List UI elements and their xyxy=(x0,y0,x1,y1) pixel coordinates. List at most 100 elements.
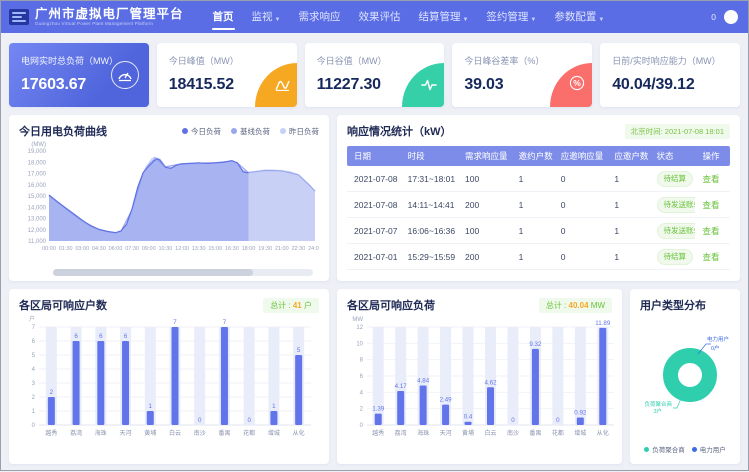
svg-text:09:00: 09:00 xyxy=(142,246,156,252)
svg-text:海珠: 海珠 xyxy=(95,429,107,437)
donut-legend-item-0[interactable]: 负荷聚合商 xyxy=(644,444,685,454)
svg-text:5: 5 xyxy=(297,347,301,354)
svg-text:19,000: 19,000 xyxy=(28,149,47,155)
nav-item-3[interactable]: 效果评估 xyxy=(349,1,409,33)
svg-text:4.62: 4.62 xyxy=(484,379,497,386)
donut-legend-item-1[interactable]: 电力用户 xyxy=(692,444,726,454)
svg-text:0户: 0户 xyxy=(711,344,720,352)
chart-zoom-scrollbar[interactable] xyxy=(53,269,313,276)
peak-chart-icon xyxy=(255,63,297,107)
chevron-down-icon: ▼ xyxy=(598,17,604,23)
svg-text:13:30: 13:30 xyxy=(192,246,206,252)
user-type-title: 用户类型分布 xyxy=(640,297,730,313)
legend-label: 电力用户 xyxy=(700,444,726,454)
legend-item-1[interactable]: 基线负荷 xyxy=(231,126,270,137)
column-header-4: 应邀响应量 xyxy=(554,150,608,162)
svg-text:13,000: 13,000 xyxy=(28,217,47,223)
svg-text:海珠: 海珠 xyxy=(417,429,429,437)
table-cell: 2021-07-01 xyxy=(347,252,401,262)
nav-item-0[interactable]: 首页 xyxy=(204,1,243,33)
svg-text:6: 6 xyxy=(99,333,103,340)
table-cell-action: 查看 xyxy=(695,173,729,185)
svg-text:白云: 白云 xyxy=(484,429,496,437)
view-link[interactable]: 查看 xyxy=(702,200,719,210)
district-users-total-badge: 总计 : 41 户 xyxy=(263,298,319,313)
legend-label: 基线负荷 xyxy=(240,126,270,137)
legend-item-0[interactable]: 今日负荷 xyxy=(182,126,221,137)
load-curve-chart: (MW)11,00012,00013,00014,00015,00016,000… xyxy=(19,139,319,261)
svg-text:21:00: 21:00 xyxy=(275,246,289,252)
svg-text:黄埔: 黄埔 xyxy=(462,429,474,437)
svg-text:4.17: 4.17 xyxy=(395,383,408,390)
response-stats-panel: 响应情况统计（kW） 北京时间: 2021-07-08 18:01 日期时段需求… xyxy=(337,115,740,281)
kpi-value: 40.04/39.12 xyxy=(612,76,728,94)
legend-dot xyxy=(280,128,286,134)
table-cell: 2021-07-07 xyxy=(347,226,401,236)
table-cell: 1 xyxy=(512,174,554,184)
legend-label: 今日负荷 xyxy=(191,126,221,137)
svg-text:负荷聚合商: 负荷聚合商 xyxy=(644,400,672,408)
svg-text:MW: MW xyxy=(352,317,363,323)
svg-text:花都: 花都 xyxy=(552,429,564,437)
svg-text:11,000: 11,000 xyxy=(28,239,47,245)
view-link[interactable]: 查看 xyxy=(702,226,719,236)
kpi-card-0: 电网实时总负荷（MW）17603.67 xyxy=(9,43,149,107)
table-cell: 0 xyxy=(554,252,608,262)
column-header-7: 操作 xyxy=(695,150,729,162)
svg-text:从化: 从化 xyxy=(293,429,305,437)
column-header-0: 日期 xyxy=(347,150,401,162)
svg-text:户: 户 xyxy=(29,315,35,323)
svg-text:7: 7 xyxy=(32,325,36,331)
table-cell: 1 xyxy=(512,252,554,262)
svg-text:黄埔: 黄埔 xyxy=(144,429,156,437)
svg-text:04:30: 04:30 xyxy=(92,246,106,252)
svg-text:12: 12 xyxy=(356,325,363,331)
svg-text:6: 6 xyxy=(124,333,128,340)
column-header-2: 需求响应量 xyxy=(458,150,512,162)
district-users-panel: 各区局可响应户数 总计 : 41 户 户012345672越秀6荔湾6海珠6天河… xyxy=(9,289,329,464)
status-badge: 待发送账单 xyxy=(657,223,696,239)
svg-text:%: % xyxy=(573,78,581,88)
svg-text:4.84: 4.84 xyxy=(417,377,430,384)
district-load-total-badge: 总计 : 40.04 MW xyxy=(539,298,612,313)
notification-count[interactable]: 0 xyxy=(711,12,716,22)
nav-item-5[interactable]: 签约管理▼ xyxy=(477,1,545,33)
view-link[interactable]: 查看 xyxy=(702,252,719,262)
svg-text:1: 1 xyxy=(149,403,153,410)
svg-text:增城: 增城 xyxy=(268,429,280,437)
nav-item-4[interactable]: 结算管理▼ xyxy=(409,1,477,33)
svg-text:24:00: 24:00 xyxy=(308,246,319,252)
view-link[interactable]: 查看 xyxy=(702,174,719,184)
svg-text:1.39: 1.39 xyxy=(372,406,385,413)
app-subtitle: Guangzhou Virtual Power Plant Management… xyxy=(35,21,184,27)
scrollbar-thumb[interactable] xyxy=(53,269,253,276)
district-load-title: 各区局可响应负荷 xyxy=(347,297,435,313)
user-avatar[interactable] xyxy=(724,10,738,24)
svg-text:南沙: 南沙 xyxy=(507,429,519,437)
nav-item-6[interactable]: 参数配置▼ xyxy=(545,1,613,33)
kpi-label: 今日峰谷差率（%） xyxy=(464,54,580,67)
table-cell: 200 xyxy=(458,200,512,210)
kpi-label: 日前/实时响应能力（MW） xyxy=(612,54,728,67)
percent-icon: % xyxy=(550,63,592,107)
table-cell: 0 xyxy=(554,226,608,236)
kpi-label: 今日峰值（MW） xyxy=(169,54,285,67)
table-cell: 1 xyxy=(607,174,649,184)
svg-text:0.4: 0.4 xyxy=(464,414,473,421)
nav-item-1[interactable]: 监视▼ xyxy=(243,1,290,33)
table-cell: 200 xyxy=(458,252,512,262)
response-table-body: 2021-07-0817:31~18:01100101待结算查看2021-07-… xyxy=(347,166,730,270)
svg-text:2.49: 2.49 xyxy=(440,397,453,404)
svg-text:2: 2 xyxy=(50,389,54,396)
legend-item-2[interactable]: 昨日负荷 xyxy=(280,126,319,137)
table-cell-action: 查看 xyxy=(695,199,729,211)
kpi-card-2: 今日谷值（MW）11227.30 xyxy=(305,43,445,107)
kpi-card-4: 日前/实时响应能力（MW） 40.04/39.12 xyxy=(600,43,740,107)
status-badge: 待发送账单 xyxy=(657,197,696,213)
nav-item-2[interactable]: 需求响应 xyxy=(289,1,349,33)
app-logo: 广州市虚拟电厂管理平台 Guangzhou Virtual Power Plan… xyxy=(9,8,184,27)
table-row: 2021-07-0814:11~14:41200101待发送账单查看 xyxy=(347,192,730,218)
svg-text:12,000: 12,000 xyxy=(28,228,47,234)
svg-text:19:30: 19:30 xyxy=(258,246,272,252)
svg-text:11.89: 11.89 xyxy=(595,320,611,327)
